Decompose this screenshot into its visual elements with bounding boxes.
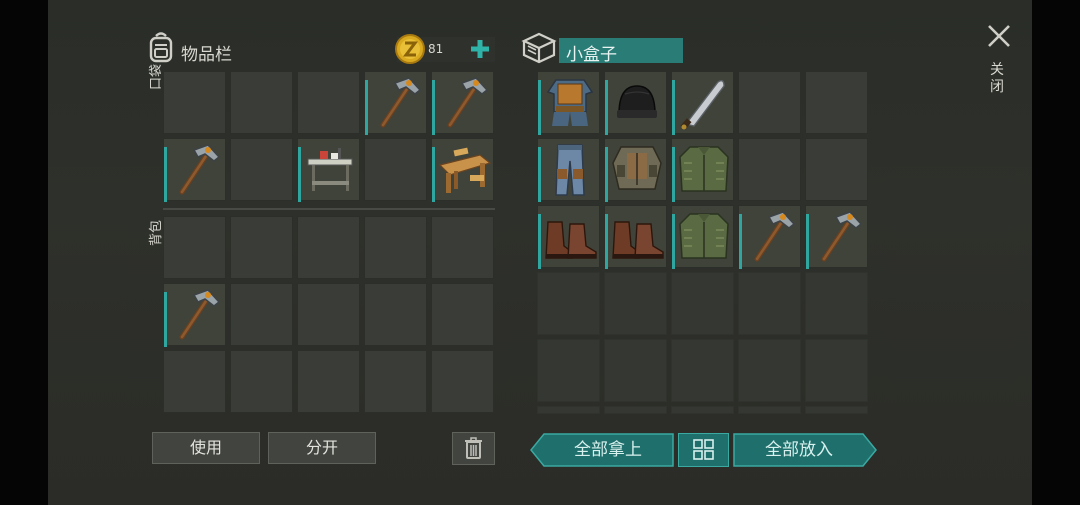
container-title: 小盒子 bbox=[566, 45, 617, 65]
backpack-slot-empty[interactable] bbox=[163, 216, 226, 279]
workbench-table-icon bbox=[307, 148, 353, 191]
backpack-slot-empty[interactable] bbox=[230, 216, 293, 279]
backpack-slot-empty[interactable] bbox=[297, 283, 360, 346]
pickaxe-icon bbox=[179, 289, 221, 340]
container-slot-tactical-vest[interactable] bbox=[604, 138, 667, 202]
close-label[interactable]: 关闭 bbox=[990, 62, 1006, 96]
plus-icon bbox=[471, 40, 489, 58]
container-slot-empty[interactable] bbox=[671, 406, 734, 414]
pocket-slot-pickaxe[interactable] bbox=[364, 71, 427, 135]
pickaxe-icon bbox=[821, 211, 863, 262]
container-slot-empty[interactable] bbox=[805, 406, 868, 414]
backpack-section-label: 背包 bbox=[149, 219, 164, 246]
container-slot-pants[interactable] bbox=[537, 138, 600, 202]
trash-icon bbox=[465, 437, 482, 459]
green-jacket-icon bbox=[679, 213, 729, 259]
pickaxe-icon bbox=[380, 77, 422, 128]
container-slot-empty[interactable] bbox=[671, 339, 734, 402]
coin-icon bbox=[394, 33, 426, 69]
container-slot-empty[interactable] bbox=[604, 406, 667, 414]
grid-icon bbox=[693, 439, 714, 460]
container-slot-green-jacket[interactable] bbox=[671, 205, 734, 269]
backpack-slot-empty[interactable] bbox=[364, 283, 427, 346]
trash-button[interactable] bbox=[452, 432, 495, 465]
backpack-slot-empty[interactable] bbox=[431, 283, 494, 346]
container-slot-machete[interactable] bbox=[671, 71, 734, 135]
container-slot-empty[interactable] bbox=[738, 339, 801, 402]
armor-vest-icon bbox=[546, 79, 594, 126]
container-slot-armor-vest[interactable] bbox=[537, 71, 600, 135]
boots-icon bbox=[612, 221, 664, 259]
backpack-slot-empty[interactable] bbox=[364, 350, 427, 413]
pocket-separator bbox=[163, 208, 495, 210]
container-slot-empty[interactable] bbox=[671, 272, 734, 335]
take-all-label: 全部拿上 bbox=[574, 440, 642, 460]
right-letterbox bbox=[1032, 0, 1080, 505]
inventory-title: 物品栏 bbox=[181, 45, 232, 65]
coin-count: 81 bbox=[428, 42, 444, 56]
backpack-slot-empty[interactable] bbox=[297, 350, 360, 413]
backpack-slot-empty[interactable] bbox=[163, 350, 226, 413]
backpack-slot-empty[interactable] bbox=[431, 350, 494, 413]
container-slot-pickaxe[interactable] bbox=[805, 205, 868, 269]
container-slot-boots[interactable] bbox=[537, 205, 600, 269]
container-slot-empty[interactable] bbox=[805, 138, 868, 201]
backpack-slot-pickaxe[interactable] bbox=[163, 283, 226, 347]
pocket-slot-pickaxe[interactable] bbox=[431, 71, 494, 135]
pants-icon bbox=[555, 144, 585, 196]
container-slot-empty[interactable] bbox=[805, 339, 868, 402]
container-slot-boots[interactable] bbox=[604, 205, 667, 269]
pocket-slot-workbench-table[interactable] bbox=[297, 138, 360, 202]
pocket-slot-empty[interactable] bbox=[364, 138, 427, 201]
pocket-slot-wood-workbench[interactable] bbox=[431, 138, 494, 202]
close-button[interactable] bbox=[985, 22, 1013, 50]
sort-button[interactable] bbox=[678, 433, 729, 467]
container-slot-empty[interactable] bbox=[604, 339, 667, 402]
container-slot-empty[interactable] bbox=[738, 272, 801, 335]
left-letterbox bbox=[0, 0, 48, 505]
container-slot-empty[interactable] bbox=[604, 272, 667, 335]
tactical-vest-icon bbox=[612, 146, 662, 190]
container-slot-empty[interactable] bbox=[738, 138, 801, 201]
backpack-slot-empty[interactable] bbox=[364, 216, 427, 279]
backpack-slot-empty[interactable] bbox=[230, 283, 293, 346]
take-all-button[interactable]: 全部拿上 bbox=[530, 433, 674, 467]
pocket-section-label: 口袋 bbox=[149, 63, 164, 90]
container-slot-empty[interactable] bbox=[738, 406, 801, 414]
container-slot-empty[interactable] bbox=[537, 339, 600, 402]
green-jacket-icon bbox=[679, 146, 729, 192]
pocket-slot-pickaxe[interactable] bbox=[163, 138, 226, 202]
box-icon bbox=[521, 31, 557, 69]
add-coins-button[interactable] bbox=[468, 37, 492, 61]
pickaxe-icon bbox=[754, 211, 796, 262]
container-slot-empty[interactable] bbox=[805, 272, 868, 335]
boots-icon bbox=[545, 221, 597, 259]
pocket-slot-empty[interactable] bbox=[297, 71, 360, 134]
beanie-hat-icon bbox=[617, 85, 657, 118]
machete-icon bbox=[680, 79, 725, 130]
backpack-slot-empty[interactable] bbox=[297, 216, 360, 279]
close-icon bbox=[988, 25, 1010, 47]
put-all-label: 全部放入 bbox=[765, 440, 833, 460]
use-button[interactable]: 使用 bbox=[152, 432, 260, 464]
backpack-slot-empty[interactable] bbox=[230, 350, 293, 413]
pickaxe-icon bbox=[447, 77, 489, 128]
container-slot-pickaxe[interactable] bbox=[738, 205, 801, 269]
container-slot-empty[interactable] bbox=[537, 406, 600, 414]
put-all-button[interactable]: 全部放入 bbox=[733, 433, 877, 467]
container-slot-beanie-hat[interactable] bbox=[604, 71, 667, 135]
container-slot-empty[interactable] bbox=[805, 71, 868, 134]
backpack-slot-empty[interactable] bbox=[431, 216, 494, 279]
split-button[interactable]: 分开 bbox=[268, 432, 376, 464]
inventory-screen: 物品栏 81 口袋 背包 使用 分开 小盒子 全部拿上 全部放入 关闭 bbox=[0, 0, 1080, 505]
pocket-slot-empty[interactable] bbox=[230, 71, 293, 134]
container-slot-green-jacket[interactable] bbox=[671, 138, 734, 202]
pocket-slot-empty[interactable] bbox=[163, 71, 226, 134]
wood-workbench-icon bbox=[438, 147, 492, 193]
pickaxe-icon bbox=[179, 144, 221, 195]
pocket-slot-empty[interactable] bbox=[230, 138, 293, 201]
container-slot-empty[interactable] bbox=[537, 272, 600, 335]
container-slot-empty[interactable] bbox=[738, 71, 801, 134]
